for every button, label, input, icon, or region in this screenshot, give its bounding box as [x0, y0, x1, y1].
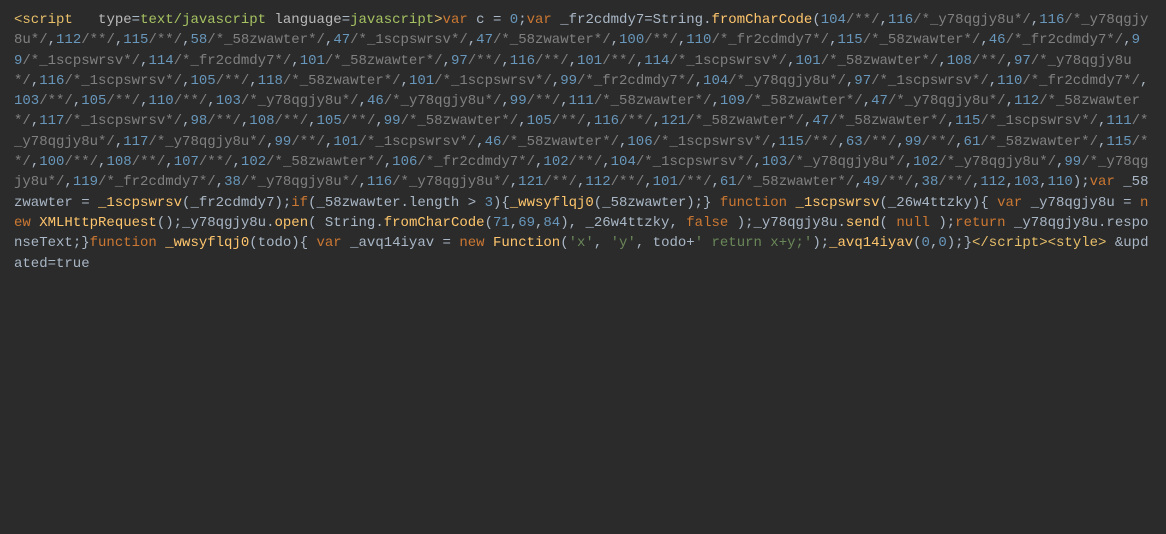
code-editor-viewport: <script type=text/javascript language=ja… — [0, 0, 1166, 284]
code-content: <script type=text/javascript language=ja… — [14, 12, 1149, 272]
